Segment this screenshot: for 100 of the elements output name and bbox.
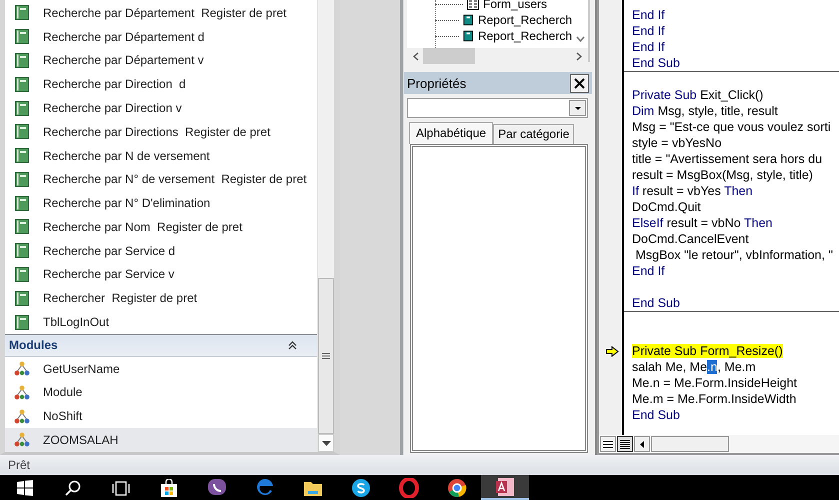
module-icon [14, 384, 30, 400]
form-list-item[interactable]: Recherche par Département Register de pret [5, 1, 317, 25]
code-token: End Sub [632, 296, 680, 310]
form-icon [15, 29, 29, 44]
code-token: result = vbNo [666, 216, 742, 230]
form-icon [15, 196, 29, 211]
form-icon [15, 5, 29, 20]
code-token: salah Me, Me [632, 360, 708, 374]
form-icon [15, 76, 29, 92]
section-header[interactable]: Modules [5, 334, 317, 357]
scroll-down-button[interactable] [318, 434, 334, 452]
double-chevron-icon [288, 340, 297, 350]
code-token: result = vbYes [641, 184, 722, 198]
form-list-item[interactable]: Recherche par N° D'elimination [5, 191, 317, 216]
tree-item[interactable]: Report_Recherch [436, 28, 572, 44]
close-icon [574, 78, 585, 88]
form-icon [15, 124, 29, 140]
letter-s-icon [351, 478, 371, 498]
taskbar-button[interactable] [481, 475, 529, 500]
scroll-right-icon[interactable] [576, 52, 582, 60]
code-token: Msg, style, title, result [656, 104, 778, 118]
module-list-item[interactable]: ZOOMSALAH [5, 428, 317, 452]
module-list-item[interactable]: NoShift [5, 404, 317, 428]
close-button[interactable] [570, 74, 589, 92]
search-icon [65, 480, 81, 496]
code-token: End Sub [632, 408, 680, 422]
form-list-item[interactable]: Recherche par N° de versement Register de pret [5, 167, 317, 192]
scrollbar-thumb[interactable] [423, 48, 475, 64]
form-list-item[interactable]: TblLogInOut [5, 310, 317, 334]
tab[interactable]: Alphabétique [409, 122, 494, 144]
form-list-item[interactable]: Recherche par Service d [5, 238, 317, 263]
code-token: Msg = "Est-ce que vous voulez sorti [632, 120, 831, 134]
form-list-item[interactable]: Recherche par Nom Register de pret [5, 215, 317, 239]
module-view-button[interactable] [617, 436, 633, 452]
procedure-view-button[interactable] [600, 436, 616, 452]
task-view-icon [112, 480, 130, 496]
scrollbar-thumb[interactable] [651, 436, 729, 452]
code-token: End Sub [632, 56, 680, 70]
code-token: result = MsgBox(Msg, style, title) [632, 168, 813, 182]
code-token: Exit_Click() [699, 88, 764, 102]
form-list-item[interactable]: Recherche par Directions Register de pret [5, 120, 317, 144]
code-token: Private Sub Form_Resize() [632, 344, 783, 358]
grip-icon [322, 353, 330, 359]
form-icon [15, 266, 29, 282]
code-token: style = vbYesNo [632, 136, 722, 150]
chevron-down-icon[interactable] [576, 36, 585, 42]
code-token: ElseIf [632, 216, 664, 230]
browser-icon [447, 478, 467, 498]
module-icon [14, 432, 30, 448]
module-icon [14, 408, 30, 424]
scroll-left-button[interactable] [634, 436, 650, 452]
letter-a-icon [495, 476, 515, 496]
scrollbar-thumb[interactable] [318, 278, 334, 434]
code-token: .n [707, 360, 718, 374]
code-token: Then [744, 216, 772, 230]
windows-logo-icon [17, 480, 33, 496]
scroll-left-icon[interactable] [413, 52, 419, 60]
tree-item[interactable]: Form_users [436, 0, 572, 12]
code-token: DoCmd.Quit [632, 200, 701, 214]
module-list-item[interactable]: Module [5, 380, 317, 404]
panel-title: Propriétés [407, 76, 466, 90]
lines-icon [620, 440, 630, 448]
form-icon [15, 172, 29, 187]
arrow-icon [606, 346, 619, 356]
code-token: Then [724, 184, 753, 198]
tab[interactable]: Par catégorie [493, 124, 574, 144]
letter-e-icon [255, 478, 275, 498]
phone-bubble-icon [207, 478, 227, 498]
form-icon [15, 290, 29, 306]
left-arrow-icon [640, 440, 644, 448]
code-token: title = "Avertissement sera hors du [632, 152, 822, 166]
form-icon [15, 52, 29, 68]
code-token: If [632, 184, 639, 198]
dropdown-button[interactable] [569, 100, 586, 116]
code-token: End If [632, 264, 665, 278]
down-arrow-icon [322, 440, 330, 446]
form-list-item[interactable]: Recherche par Département v [5, 48, 317, 72]
form-list-item[interactable]: Rechercher Register de pret [5, 286, 317, 310]
letter-o-icon [399, 478, 419, 498]
shopping-bag-icon [160, 478, 178, 496]
form-list-item[interactable]: Recherche par Direction v [5, 96, 317, 120]
form-list-item[interactable]: Recherche par Service v [5, 262, 317, 286]
code-token: Private Sub [632, 88, 697, 102]
form-list-item[interactable]: Recherche par N de versement [5, 144, 317, 168]
code-token: End If [632, 24, 665, 38]
module-list-item[interactable]: GetUserName [5, 356, 317, 381]
code-token: , Me.m [717, 360, 756, 374]
code-token: Me.n = Me.Form.InsideHeight [632, 376, 797, 390]
report-icon [463, 30, 474, 42]
form-list-item[interactable]: Recherche par Direction d [5, 72, 317, 96]
module-icon [14, 361, 30, 376]
caret-icon [574, 106, 580, 110]
code-token: DoCmd.CancelEvent [632, 232, 749, 246]
form-list-item[interactable]: Recherche par Département d [5, 24, 317, 49]
form-icon [15, 314, 29, 330]
code-token: End If [632, 8, 665, 22]
code-token: Dim [632, 104, 654, 118]
form-icon [15, 100, 29, 116]
report-icon [463, 14, 474, 26]
tree-item[interactable]: Report_Recherch [436, 12, 572, 28]
